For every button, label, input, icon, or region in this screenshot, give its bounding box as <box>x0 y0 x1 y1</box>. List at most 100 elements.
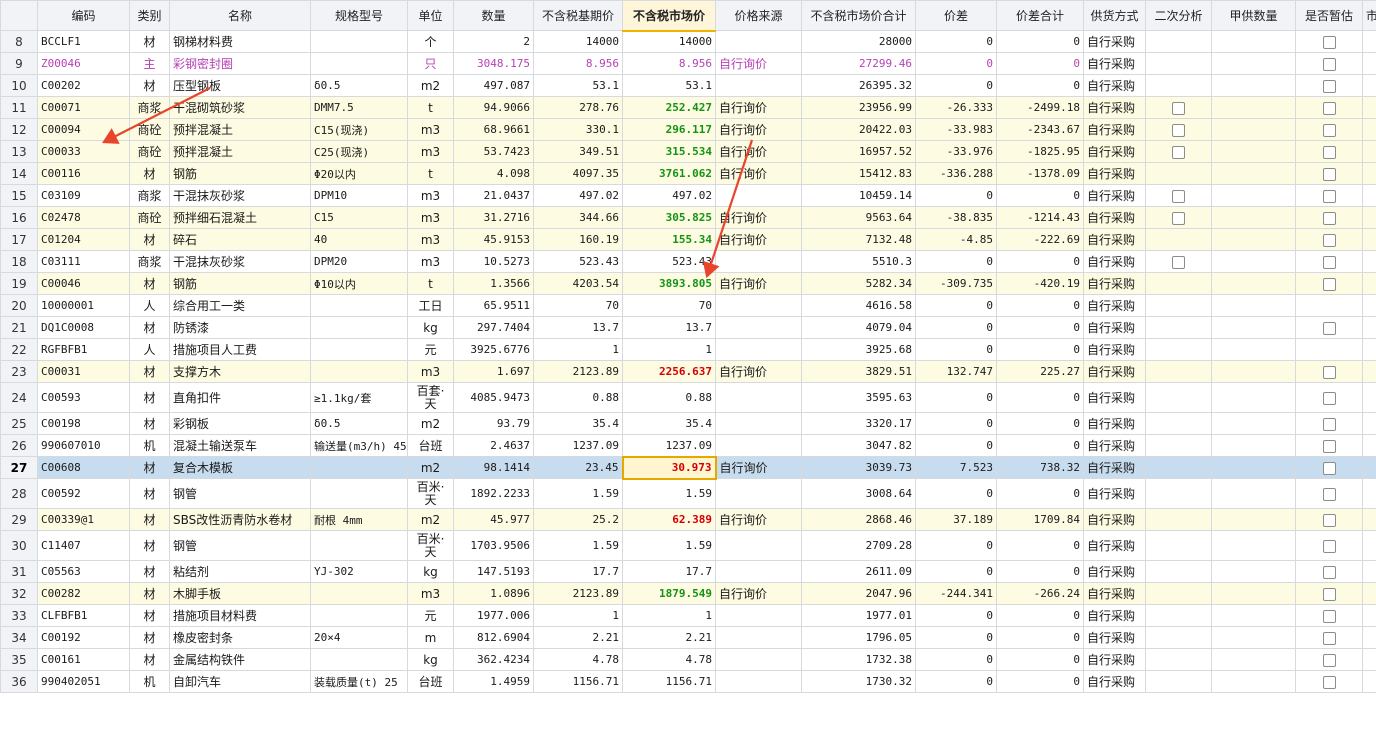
row-number[interactable]: 18 <box>0 250 38 273</box>
row-number[interactable]: 36 <box>0 670 38 693</box>
market-price[interactable]: 1.59 <box>622 530 716 561</box>
table-row[interactable]: 14 C00116 材钢筋 Φ20以内 t 4.098 4097.35 3761.062 自行询… <box>0 162 1376 185</box>
market-total[interactable]: 4079.04 <box>801 316 916 339</box>
item-name[interactable]: 措施项目人工费 <box>169 338 311 361</box>
provisional-estimate-checkbox-icon[interactable] <box>1322 277 1336 291</box>
provisional-estimate-checkbox-icon[interactable] <box>1322 391 1336 405</box>
market-total[interactable]: 15412.83 <box>801 162 916 185</box>
item-category[interactable]: 材 <box>129 530 170 561</box>
item-unit[interactable]: m2 <box>407 74 454 97</box>
item-spec[interactable] <box>310 530 408 561</box>
price-diff-total[interactable]: 0 <box>996 294 1084 317</box>
price-source[interactable] <box>715 412 802 435</box>
price-diff[interactable]: -244.341 <box>915 582 997 605</box>
market-total[interactable]: 1977.01 <box>801 604 916 627</box>
owner-supply-qty[interactable] <box>1211 206 1296 229</box>
market-total[interactable]: 26395.32 <box>801 74 916 97</box>
item-code[interactable]: CLFBFB1 <box>37 604 130 627</box>
owner-supply-qty[interactable] <box>1211 316 1296 339</box>
supply-method[interactable]: 自行采购 <box>1083 382 1146 413</box>
item-category[interactable]: 材 <box>129 272 170 295</box>
secondary-analysis-checkbox-icon[interactable] <box>1172 123 1185 137</box>
item-category[interactable]: 材 <box>129 74 170 97</box>
price-diff-total[interactable]: 0 <box>996 316 1084 339</box>
item-spec[interactable]: 装载质量(t) 25 <box>310 670 408 693</box>
provisional-estimate-checkbox-icon[interactable] <box>1322 189 1336 203</box>
item-spec[interactable]: ≥1.1kg/套 <box>310 382 408 413</box>
provisional-estimate-checkbox-icon[interactable] <box>1322 487 1336 501</box>
item-unit[interactable]: 个 <box>407 30 454 53</box>
owner-supply-qty[interactable] <box>1211 184 1296 207</box>
item-unit[interactable]: t <box>407 96 454 119</box>
item-unit[interactable]: 元 <box>407 604 454 627</box>
provisional-estimate-checkbox-icon[interactable] <box>1322 79 1336 93</box>
item-category[interactable]: 材 <box>129 162 170 185</box>
market-total[interactable]: 5282.34 <box>801 272 916 295</box>
column-header-4[interactable]: 规格型号 <box>310 0 408 31</box>
item-name[interactable]: 压型钢板 <box>169 74 311 97</box>
column-header-14[interactable]: 二次分析 <box>1145 0 1212 31</box>
price-source[interactable]: 自行询价 <box>715 228 802 251</box>
item-category[interactable]: 商浆 <box>129 184 170 207</box>
price-source[interactable]: 自行询价 <box>715 456 802 479</box>
owner-supply-qty[interactable] <box>1211 648 1296 671</box>
column-header-10[interactable]: 不含税市场价合计 <box>801 0 916 31</box>
row-number[interactable]: 35 <box>0 648 38 671</box>
item-name[interactable]: 干混抹灰砂浆 <box>169 184 311 207</box>
item-category[interactable]: 商浆 <box>129 250 170 273</box>
item-category[interactable]: 商砼 <box>129 140 170 163</box>
market-total[interactable]: 2047.96 <box>801 582 916 605</box>
price-diff[interactable]: 0 <box>915 294 997 317</box>
supply-method[interactable]: 自行采购 <box>1083 118 1146 141</box>
item-unit[interactable]: 百米·天 <box>407 530 454 561</box>
column-header-17[interactable]: 市 <box>1362 0 1376 31</box>
market-total[interactable]: 1730.32 <box>801 670 916 693</box>
base-price[interactable]: 1.59 <box>533 530 623 561</box>
base-price[interactable]: 523.43 <box>533 250 623 273</box>
price-source[interactable]: 自行询价 <box>715 582 802 605</box>
row-number[interactable]: 25 <box>0 412 38 435</box>
item-category[interactable]: 材 <box>129 30 170 53</box>
item-name[interactable]: 钢管 <box>169 530 311 561</box>
table-row[interactable]: 16 C02478 商砼 预拌细石混凝土 C15 m3 31.2716 344.66 305.8… <box>0 206 1376 229</box>
supply-method[interactable]: 自行采购 <box>1083 316 1146 339</box>
price-source[interactable] <box>715 670 802 693</box>
column-header-7[interactable]: 不含税基期价 <box>533 0 623 31</box>
price-diff[interactable]: -336.288 <box>915 162 997 185</box>
price-source[interactable] <box>715 530 802 561</box>
base-price[interactable]: 330.1 <box>533 118 623 141</box>
price-diff-total[interactable]: -2343.67 <box>996 118 1084 141</box>
item-code[interactable]: C00593 <box>37 382 130 413</box>
item-name[interactable]: 钢管 <box>169 478 311 509</box>
column-header-9[interactable]: 价格来源 <box>715 0 802 31</box>
item-category[interactable]: 材 <box>129 382 170 413</box>
item-name[interactable]: 钢梯材料费 <box>169 30 311 53</box>
item-unit[interactable]: m2 <box>407 412 454 435</box>
item-name[interactable]: 防锈漆 <box>169 316 311 339</box>
market-total[interactable]: 3039.73 <box>801 456 916 479</box>
supply-method[interactable]: 自行采购 <box>1083 52 1146 75</box>
item-quantity[interactable]: 45.977 <box>453 508 534 531</box>
market-price[interactable]: 3893.805 <box>622 272 716 295</box>
material-price-grid[interactable]: 编码 类别 名称 规格型号 单位 数量 不含税基期价 不含税市场价 价格来源 不含税市场价合计 价差… <box>0 0 1376 732</box>
price-diff-total[interactable]: 0 <box>996 670 1084 693</box>
item-name[interactable]: 措施项目材料费 <box>169 604 311 627</box>
row-number[interactable]: 8 <box>0 30 38 53</box>
item-unit[interactable]: m3 <box>407 582 454 605</box>
item-spec[interactable] <box>310 478 408 509</box>
price-diff-total[interactable]: 0 <box>996 560 1084 583</box>
price-diff-total[interactable]: -420.19 <box>996 272 1084 295</box>
item-quantity[interactable]: 3048.175 <box>453 52 534 75</box>
item-unit[interactable]: kg <box>407 648 454 671</box>
base-price[interactable]: 2.21 <box>533 626 623 649</box>
item-quantity[interactable]: 94.9066 <box>453 96 534 119</box>
price-diff[interactable]: -26.333 <box>915 96 997 119</box>
price-source[interactable] <box>715 250 802 273</box>
owner-supply-qty[interactable] <box>1211 52 1296 75</box>
secondary-analysis-checkbox-icon[interactable] <box>1172 211 1185 225</box>
item-spec[interactable]: 40 <box>310 228 408 251</box>
row-number[interactable]: 21 <box>0 316 38 339</box>
market-price[interactable]: 155.34 <box>622 228 716 251</box>
price-diff-total[interactable]: 0 <box>996 184 1084 207</box>
price-source[interactable] <box>715 560 802 583</box>
